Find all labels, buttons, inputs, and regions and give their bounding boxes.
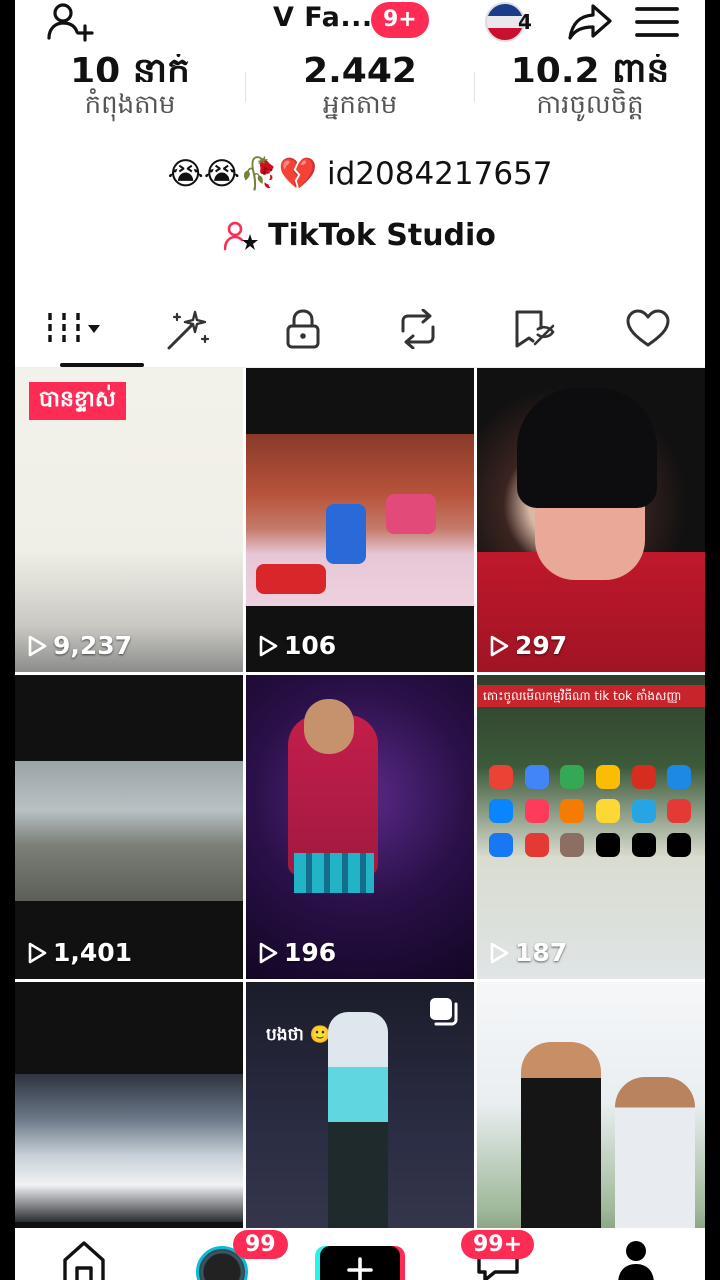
video-tile[interactable]: 106 (246, 368, 474, 672)
view-count-text: 9,237 (53, 631, 133, 660)
video-thumbnail-hair (517, 388, 657, 508)
video-thumbnail (246, 434, 474, 606)
plus-icon (347, 1257, 373, 1280)
video-thumbnail (15, 1074, 243, 1222)
bottom-navigation: 99 99+ (15, 1228, 705, 1280)
play-icon (490, 942, 509, 963)
view-count-text: 106 (284, 631, 337, 660)
studio-user-icon (224, 221, 259, 250)
account-count: 4 (518, 10, 532, 34)
profile-username[interactable]: V Fa... (273, 2, 373, 33)
video-grid: បានខ្ទាស់ 9,237 106 297 1,401 196 តោះចូល… (15, 368, 705, 1280)
nav-friends[interactable]: 99 (153, 1228, 291, 1280)
view-count: 297 (489, 631, 567, 660)
followers-count: 2,442 (303, 54, 417, 82)
tab-effects[interactable] (130, 290, 245, 367)
notification-badge: 9+ (371, 2, 429, 38)
studio-label: TikTok Studio (268, 218, 496, 253)
friends-badge: 99 (233, 1230, 288, 1259)
video-tile[interactable]: បានខ្ទាស់ 9,237 (15, 368, 243, 672)
photo-carousel-icon (428, 996, 458, 1030)
view-count: 187 (489, 938, 567, 967)
lock-icon (286, 308, 319, 348)
nav-inbox[interactable]: 99+ (429, 1228, 567, 1280)
nav-create[interactable] (291, 1228, 429, 1280)
following-count: 10 នាក់ (70, 54, 190, 82)
profile-stats: 10 នាក់ កំពុងតាម 2,442 អ្នកតាម 10.2 ពាន់… (15, 50, 705, 140)
view-count: 9,237 (27, 631, 132, 660)
nav-profile[interactable] (567, 1228, 705, 1280)
likes-stat[interactable]: 10.2 ពាន់ ការចូលចិត្ត (475, 50, 705, 140)
followers-stat[interactable]: 2,442 អ្នកតាម (245, 50, 475, 140)
create-button[interactable] (320, 1246, 400, 1280)
share-profile-button[interactable] (560, 0, 620, 44)
profile-icon (618, 1241, 654, 1280)
grid-icon (47, 312, 100, 345)
play-icon (28, 635, 47, 656)
video-thumbnail-head (304, 699, 354, 754)
tab-videos[interactable] (15, 290, 144, 367)
video-thumbnail (489, 765, 693, 857)
repost-icon (401, 308, 434, 349)
share-icon (568, 4, 612, 40)
view-count: 1,401 (27, 938, 132, 967)
video-banner: តោះចូលមើលកម្មវិធីណា tik tok តាំងសញ្ញា (477, 685, 705, 707)
profile-bio: 😭😭🥀💔 id2084217657 (15, 155, 705, 192)
play-icon (28, 942, 47, 963)
sparkle-wand-icon (167, 310, 209, 349)
bio-id-text: id2084217657 (326, 156, 553, 192)
nav-home[interactable] (15, 1228, 153, 1280)
menu-button[interactable] (627, 0, 687, 44)
likes-count: 10.2 ពាន់ (510, 54, 670, 82)
video-tile[interactable]: តោះចូលមើលកម្មវិធីណា tik tok តាំងសញ្ញា 18… (477, 675, 705, 979)
hamburger-menu-icon (635, 7, 679, 37)
view-count: 106 (258, 631, 336, 660)
pinned-label: បានខ្ទាស់ (29, 382, 126, 420)
following-label: កំពុងតាម (84, 90, 176, 120)
view-count-text: 196 (284, 938, 337, 967)
bookmark-off-icon (515, 310, 555, 347)
play-icon (490, 635, 509, 656)
play-icon (259, 635, 278, 656)
view-count: 196 (258, 938, 336, 967)
view-count-text: 297 (515, 631, 568, 660)
tab-reposts[interactable] (360, 290, 475, 367)
view-count-text: 1,401 (53, 938, 133, 967)
video-tile[interactable]: 196 (246, 675, 474, 979)
video-caption: បងថា 🙂 (266, 1025, 331, 1045)
heart-icon (626, 309, 669, 346)
video-thumbnail-shorts (294, 853, 374, 893)
inbox-badge: 99+ (461, 1230, 535, 1259)
home-icon (63, 1241, 105, 1280)
content-tabs (15, 290, 705, 368)
play-icon (259, 942, 278, 963)
video-thumbnail (15, 761, 243, 901)
likes-label: ការចូលចិត្ត (536, 90, 644, 120)
video-tile[interactable]: 297 (477, 368, 705, 672)
top-bar: V Fa... 9+ 4 (15, 0, 705, 50)
video-tile[interactable]: 1,401 (15, 675, 243, 979)
stat-divider (245, 72, 246, 102)
tab-liked[interactable] (590, 290, 705, 367)
followers-label: អ្នកតាម (322, 90, 398, 120)
bio-emojis: 😭😭🥀💔 (167, 156, 318, 192)
tab-private[interactable] (245, 290, 360, 367)
view-count-text: 187 (515, 938, 568, 967)
following-stat[interactable]: 10 នាក់ កំពុងតាម (15, 50, 245, 140)
video-thumbnail (521, 1042, 601, 1242)
add-friend-button[interactable] (43, 0, 99, 44)
account-switch-button[interactable]: 4 (470, 0, 540, 44)
letterbox-right (705, 0, 720, 1280)
letterbox-left (0, 0, 15, 1280)
add-user-icon (47, 3, 94, 42)
video-thumbnail (328, 1012, 388, 1232)
video-thumbnail-person (615, 1077, 695, 1247)
tiktok-studio-link[interactable]: TikTok Studio (15, 218, 705, 253)
tab-saved[interactable] (475, 290, 590, 367)
